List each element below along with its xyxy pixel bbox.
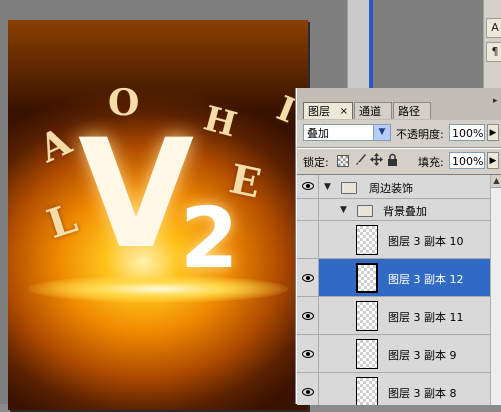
layer-name: 图层 3 副本 12 — [388, 273, 464, 286]
layer-name: 背景叠加 — [383, 205, 427, 218]
eye-icon[interactable] — [302, 349, 314, 359]
fill-label: 填充: — [418, 156, 444, 169]
opacity-input[interactable]: 100% — [449, 124, 485, 141]
tab-channels[interactable]: 通道 — [354, 102, 392, 119]
layers-list: ▼ 周边装饰 ▼ 背景叠加 图层 3 副本 10 图层 3 副本 12 图层 3… — [297, 174, 501, 405]
panel-tab-row: 图层 × 通道 路径 ▸ — [297, 88, 501, 120]
canvas-letter-l: L — [41, 194, 83, 249]
document-canvas[interactable]: A O H I L E V 2 — [8, 20, 308, 410]
lock-row: 锁定: 填充: 100% ▶ — [297, 150, 501, 172]
lock-all-padlock-icon[interactable] — [386, 153, 399, 166]
opacity-slider-arrow-icon[interactable]: ▶ — [487, 124, 499, 141]
blend-row: 叠加 ▼ 不透明度: 100% ▶ — [297, 122, 501, 144]
layer-thumbnail — [356, 301, 378, 331]
workspace-scroll-strip[interactable] — [347, 0, 370, 90]
layer-name: 周边装饰 — [369, 182, 413, 195]
layer-group-row[interactable]: ▼ 周边装饰 — [297, 175, 501, 199]
visibility-cell[interactable] — [297, 221, 319, 258]
chevron-down-icon[interactable]: ▼ — [324, 182, 334, 192]
layer-name: 图层 3 副本 8 — [388, 387, 457, 400]
tab-layers[interactable]: 图层 × — [303, 102, 353, 119]
scroll-up-arrow-icon[interactable]: ▲ — [491, 175, 501, 188]
chevron-down-icon[interactable]: ▼ — [373, 125, 390, 140]
panel-menu-icon[interactable]: ▸ — [493, 96, 501, 106]
layers-panel: 图层 × 通道 路径 ▸ 叠加 ▼ 不透明度: 100% ▶ 锁定: 填充: 1… — [296, 88, 501, 405]
visibility-cell[interactable] — [297, 259, 319, 296]
character-panel-button[interactable]: A — [486, 18, 501, 38]
fill-slider-arrow-icon[interactable]: ▶ — [487, 152, 499, 169]
lock-transparency-icon[interactable] — [337, 155, 349, 167]
close-icon[interactable]: × — [340, 103, 348, 120]
chevron-down-icon[interactable]: ▼ — [340, 205, 350, 215]
layer-name: 图层 3 副本 11 — [388, 311, 464, 324]
layer-row[interactable]: 图层 3 副本 9 — [297, 335, 501, 373]
lock-pixels-brush-icon[interactable] — [354, 153, 367, 166]
canvas-big-v: V — [78, 108, 194, 282]
opacity-label: 不透明度: — [396, 128, 444, 141]
fill-input[interactable]: 100% — [449, 152, 485, 169]
canvas-big-2: 2 — [180, 189, 239, 287]
canvas-letter-a: A — [31, 117, 78, 172]
layer-name: 图层 3 副本 9 — [388, 349, 457, 362]
side-toolbar: A ¶ — [483, 0, 501, 90]
lock-label: 锁定: — [303, 156, 329, 169]
window-edge-strip — [369, 0, 373, 90]
tab-layers-label: 图层 — [308, 105, 330, 118]
visibility-cell[interactable] — [297, 199, 319, 220]
visibility-cell[interactable] — [297, 335, 319, 372]
visibility-cell[interactable] — [297, 373, 319, 405]
layer-row[interactable]: 图层 3 副本 11 — [297, 297, 501, 335]
canvas-top-glow — [8, 20, 308, 110]
folder-icon — [357, 205, 373, 217]
layer-thumbnail — [356, 339, 378, 369]
paragraph-panel-button[interactable]: ¶ — [486, 42, 501, 62]
panel-divider — [297, 147, 501, 149]
layers-scrollbar[interactable]: ▲ — [490, 175, 501, 405]
layer-name: 图层 3 副本 10 — [388, 235, 464, 248]
layer-row[interactable]: 图层 3 副本 10 — [297, 221, 501, 259]
eye-icon[interactable] — [302, 273, 314, 283]
layer-row[interactable]: 图层 3 副本 8 — [297, 373, 501, 405]
blend-mode-select[interactable]: 叠加 ▼ — [303, 124, 391, 141]
visibility-cell[interactable] — [297, 175, 319, 198]
eye-icon[interactable] — [302, 311, 314, 321]
eye-icon[interactable] — [302, 387, 314, 397]
visibility-cell[interactable] — [297, 297, 319, 334]
layer-thumbnail — [356, 377, 378, 405]
eye-icon[interactable] — [302, 181, 314, 191]
blend-mode-value: 叠加 — [307, 127, 329, 140]
lock-position-move-icon[interactable] — [370, 153, 383, 166]
layer-row-selected[interactable]: 图层 3 副本 12 — [297, 259, 501, 297]
tab-paths[interactable]: 路径 — [393, 102, 431, 119]
layer-group-row[interactable]: ▼ 背景叠加 — [297, 199, 501, 221]
layer-thumbnail — [356, 263, 378, 293]
folder-icon — [341, 182, 357, 194]
layer-thumbnail — [356, 225, 378, 255]
